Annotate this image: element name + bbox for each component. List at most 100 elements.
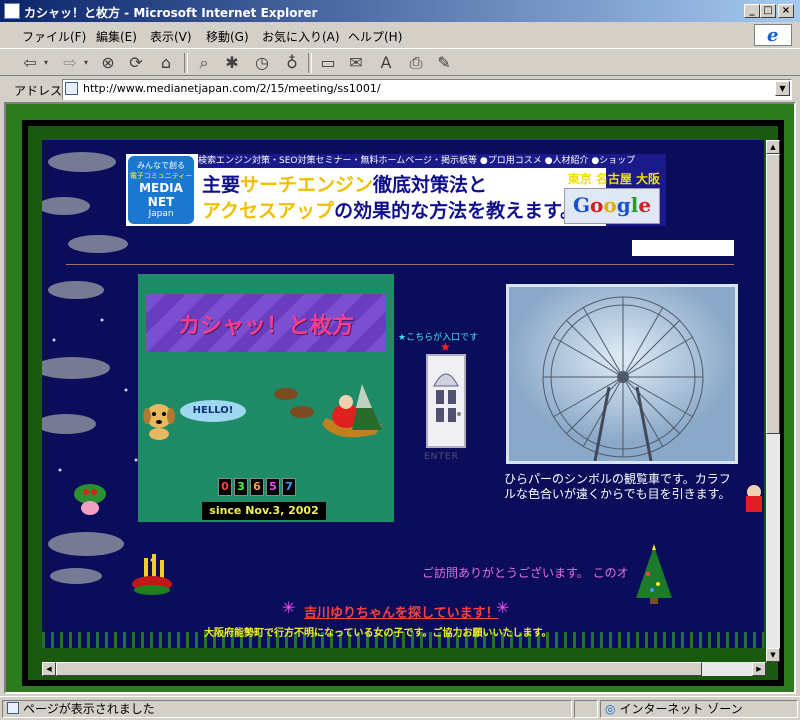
welcome-marquee: ご訪問ありがとうございます。 このオ	[422, 566, 629, 580]
missing-child-link[interactable]: 吉川ゆりちゃんを探しています！	[304, 602, 499, 621]
missing-child-description: 大阪府能勢町で行方不明になっている女の子です。ご協力お願いいたします。	[204, 628, 552, 639]
door-icon	[433, 373, 461, 422]
address-url[interactable]: http://www.medianetjapan.com/2/15/meetin…	[83, 82, 381, 95]
christmas-tree-icon	[636, 544, 672, 604]
enter-text[interactable]: ENTER	[424, 452, 459, 462]
home-icon[interactable]: ⌂	[156, 53, 176, 73]
missing-banner-right: ✳	[496, 598, 509, 617]
scroll-right-icon[interactable]: ▶	[752, 662, 766, 676]
missing-banner: ✳	[282, 598, 295, 617]
toolbar-separator	[184, 53, 188, 73]
window-title: カシャッ！と枚方 - Microsoft Internet Explorer	[24, 6, 318, 20]
close-button[interactable]: ×	[778, 4, 794, 18]
forward-dropdown-icon[interactable]: ▾	[76, 53, 96, 73]
ie-app-icon[interactable]	[4, 3, 20, 19]
search-icon[interactable]: ⌕	[194, 53, 214, 73]
address-label: アドレス	[14, 84, 63, 98]
page-frame: 検索エンジン対策・SEO対策セミナー・無料ホームページ・掲示板等 ●プロ用コスメ…	[22, 120, 784, 686]
font-icon[interactable]: A	[376, 53, 396, 73]
holly-decoration-icon	[74, 484, 106, 515]
counter-digit: 7	[282, 478, 296, 496]
horizontal-scroll-thumb[interactable]	[56, 662, 702, 676]
address-bar: アドレス http://www.medianetjapan.com/2/15/m…	[0, 77, 800, 100]
sparkle-icon: ✳	[496, 598, 510, 617]
site-header-box: カシャッ！と枚方 HELLO! 0 3 6 5 7 since Nov.3, 2…	[138, 274, 394, 522]
title-bar: カシャッ！と枚方 - Microsoft Internet Explorer _…	[0, 0, 800, 22]
banner-headline-2: アクセスアップの効果的な方法を教えます。	[202, 200, 580, 222]
scroll-down-icon[interactable]: ▼	[766, 648, 780, 662]
site-title: カシャッ！と枚方	[178, 314, 355, 339]
visitor-counter: 03657	[218, 478, 298, 496]
menu-file[interactable]: ファイル(F)	[22, 28, 86, 45]
address-input[interactable]: http://www.medianetjapan.com/2/15/meetin…	[62, 79, 792, 100]
scroll-up-icon[interactable]: ▲	[766, 140, 780, 154]
candle-decoration-icon	[132, 554, 172, 595]
ferris-caption: ひらパーのシンボルの観覧車です。カラフルな色合いが遠くからでも目を引きます。	[504, 472, 731, 501]
back-dropdown-icon[interactable]: ▾	[36, 53, 56, 73]
status-panel	[574, 700, 598, 718]
since-date: since Nov.3, 2002	[202, 502, 326, 520]
logo-line4: NET	[147, 195, 175, 209]
counter-digit: 3	[234, 478, 248, 496]
menu-go[interactable]: 移動(G)	[206, 28, 249, 45]
logo-line2: 電子コミュニティー	[129, 172, 193, 180]
ad-banner[interactable]: 検索エンジン対策・SEO対策セミナー・無料ホームページ・掲示板等 ●プロ用コスメ…	[126, 154, 666, 226]
favorites-icon[interactable]: ✱	[222, 53, 242, 73]
ferris-wheel-photo	[506, 284, 738, 464]
ferris-wheel-image	[509, 287, 735, 462]
fullscreen-icon[interactable]: ▭	[318, 53, 338, 73]
menu-favorites[interactable]: お気に入り(A)	[262, 28, 340, 45]
logo-line3: MEDIA	[139, 181, 183, 195]
page-icon	[65, 82, 78, 95]
puppy-icon	[143, 404, 175, 440]
ie-logo-icon: e	[754, 24, 792, 46]
medianet-logo[interactable]: みんなで創る 電子コミュニティー MEDIA NET Japan	[128, 156, 194, 224]
channels-icon[interactable]: ♁	[282, 53, 302, 73]
stop-icon[interactable]: ⊗	[98, 53, 118, 73]
horizontal-rule	[66, 264, 734, 265]
counter-digit: 6	[250, 478, 264, 496]
toolbar: ⇦ ▾ ⇨ ▾ ⊗ ⟳ ⌂ ⌕ ✱ ◷ ♁ ▭ ✉ A ⎙ ✎	[0, 48, 800, 76]
status-bar: ページが表示されました ◎ インターネット ゾーン	[0, 696, 800, 720]
vertical-scrollbar[interactable]: ▲ ▼	[766, 140, 780, 662]
menu-bar: ファイル(F) 編集(E) 表示(V) 移動(G) お気に入り(A) ヘルプ(H…	[0, 24, 800, 46]
banner-cities: 東京 名古屋 大阪	[567, 172, 660, 186]
scroll-left-icon[interactable]: ◀	[42, 662, 56, 676]
menu-edit[interactable]: 編集(E)	[96, 28, 137, 45]
menu-help[interactable]: ヘルプ(H)	[348, 28, 402, 45]
vertical-scroll-thumb[interactable]	[766, 154, 780, 434]
address-dropdown-icon[interactable]: ▼	[775, 81, 790, 96]
counter-digit: 0	[218, 478, 232, 496]
status-text-panel: ページが表示されました	[2, 700, 572, 718]
toolbar-separator	[308, 53, 312, 73]
page-icon	[7, 702, 19, 714]
entrance-label: ★こちらが入口です	[398, 333, 479, 343]
status-text: ページが表示されました	[23, 702, 155, 716]
banner-top-links[interactable]: 検索エンジン対策・SEO対策セミナー・無料ホームページ・掲示板等 ●プロ用コスメ…	[198, 154, 666, 168]
santa-edge-decoration-icon	[746, 485, 762, 512]
maximize-button[interactable]: □	[760, 4, 776, 18]
refresh-icon[interactable]: ⟳	[126, 53, 146, 73]
santa-sleigh-icon	[274, 384, 382, 438]
horizontal-scrollbar[interactable]: ◀ ▶	[42, 662, 766, 676]
counter-digit: 5	[266, 478, 280, 496]
hello-speech-bubble: HELLO!	[180, 400, 246, 422]
history-icon[interactable]: ◷	[252, 53, 272, 73]
logo-line5: Japan	[148, 209, 174, 219]
sparkle-icon: ✳	[282, 598, 296, 617]
logo-line1: みんなで創る	[137, 161, 185, 170]
edit-icon[interactable]: ✎	[434, 53, 454, 73]
google-logo: Google	[564, 188, 660, 224]
zone-text: インターネット ゾーン	[619, 702, 743, 716]
page-viewport: 検索エンジン対策・SEO対策セミナー・無料ホームページ・掲示板等 ●プロ用コスメ…	[4, 102, 796, 694]
star-icon: ★	[440, 340, 451, 354]
mail-icon[interactable]: ✉	[346, 53, 366, 73]
minimize-button[interactable]: _	[744, 4, 760, 18]
zone-panel: ◎ インターネット ゾーン	[600, 700, 798, 718]
page-frame-inner: 検索エンジン対策・SEO対策セミナー・無料ホームページ・掲示板等 ●プロ用コスメ…	[28, 126, 780, 680]
enter-door-button[interactable]	[426, 354, 466, 448]
print-icon[interactable]: ⎙	[406, 53, 426, 73]
menu-view[interactable]: 表示(V)	[150, 28, 192, 45]
white-box	[632, 240, 734, 256]
banner-headline-1: 主要サーチエンジン徹底対策法と	[202, 174, 488, 196]
